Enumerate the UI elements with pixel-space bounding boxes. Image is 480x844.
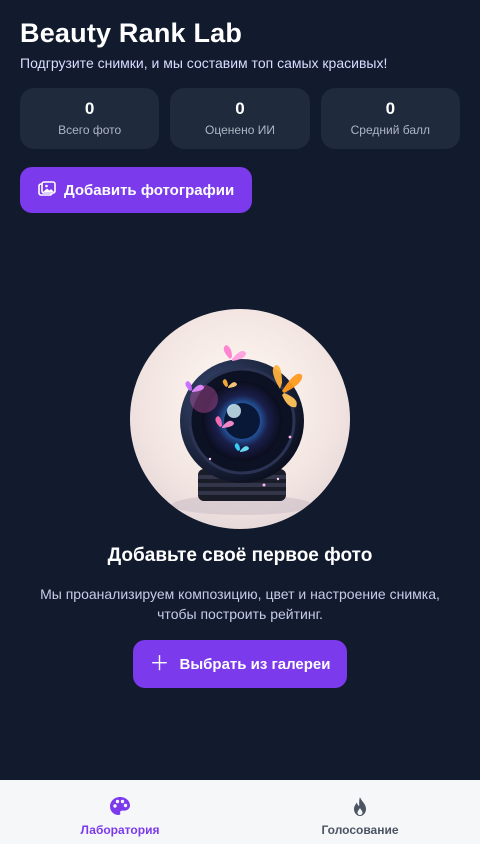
image-icon — [38, 181, 56, 199]
stat-label: Средний балл — [350, 123, 431, 137]
nav-label-voting: Голосование — [321, 823, 399, 837]
nav-label-lab: Лаборатория — [80, 823, 160, 837]
nav-item-voting[interactable]: Голосование — [240, 780, 480, 844]
stat-value: 0 — [385, 99, 396, 118]
stat-value: 0 — [235, 99, 245, 118]
palette-icon — [108, 795, 132, 819]
empty-state-title: Добавьте своё первое фото — [107, 545, 373, 566]
stat-label: Оценено ИИ — [205, 123, 275, 137]
add-photos-button[interactable]: Добавить фотографии — [20, 167, 252, 213]
bottom-navigation: Лаборатория Голосование — [0, 780, 480, 844]
hero-camera-illustration — [130, 309, 350, 529]
stat-card-average: 0 Средний балл — [320, 88, 460, 149]
add-photos-label: Добавить фотографии — [64, 181, 235, 199]
stat-value: 0 — [84, 99, 95, 118]
flame-icon — [348, 795, 372, 819]
stat-label: Всего фото — [58, 123, 122, 137]
app-screen: Beauty Rank Lab Подгрузите снимки, и мы … — [0, 0, 480, 844]
header: Beauty Rank Lab Подгрузите снимки, и мы … — [20, 16, 387, 73]
nav-item-lab[interactable]: Лаборатория — [0, 780, 240, 844]
plus-icon: ＋ — [149, 653, 170, 675]
app-subtitle: Подгрузите снимки, и мы составим топ сам… — [20, 55, 388, 71]
empty-state-description: Мы проанализируем композицию, цвет и нас… — [40, 586, 440, 622]
choose-from-gallery-button[interactable]: ＋ Выбрать из галереи — [133, 640, 347, 688]
app-title: Beauty Rank Lab — [20, 18, 243, 48]
stat-card-rated: 0 Оценено ИИ — [170, 88, 310, 149]
gallery-button-label: Выбрать из галереи — [179, 655, 331, 673]
stat-card-total: 0 Всего фото — [20, 88, 160, 149]
stats-row: 0 Всего фото 0 Оценено ИИ 0 Средний балл — [20, 88, 460, 149]
